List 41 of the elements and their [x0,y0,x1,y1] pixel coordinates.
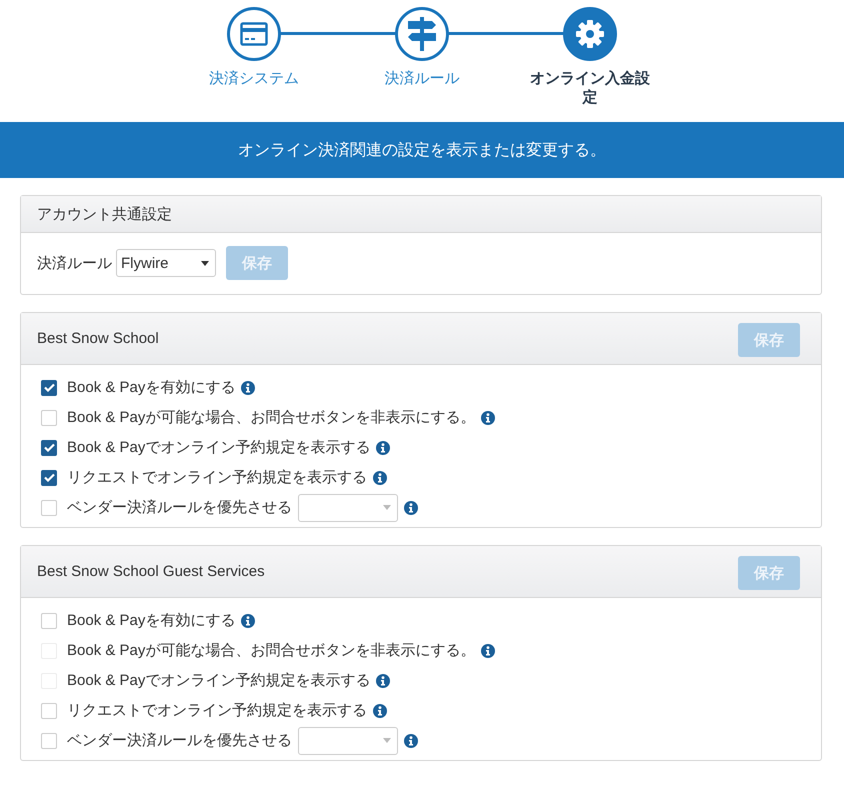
info-icon[interactable] [481,644,496,658]
signpost-icon [406,17,438,51]
caret-icon [201,260,209,266]
info-icon[interactable] [404,734,418,748]
step-circle[interactable] [227,7,281,61]
option-label: Book & Payを有効にする [67,611,236,630]
option-label: Book & Payを有効にする [67,378,236,397]
option-label: Book & Payが可能な場合、お問合せボタンを非表示にする。 [67,641,476,660]
step-circle[interactable] [395,7,449,61]
step-label[interactable]: 決済ルール [356,69,488,88]
info-icon[interactable] [241,380,256,394]
option-label: Book & Payでオンライン予約規定を表示する [67,671,370,690]
panel-title: アカウント共通設定 [37,204,172,224]
credit-card-icon [240,22,268,46]
info-icon[interactable] [404,500,418,514]
checkbox[interactable] [41,440,57,456]
info-icon[interactable] [376,674,390,688]
option-label: リクエストでオンライン予約規定を表示する [67,468,367,487]
checkbox[interactable] [41,470,57,486]
caret-icon [383,505,391,510]
step-label[interactable]: 決済システム [188,69,320,88]
option-label: リクエストでオンライン予約規定を表示する [67,701,367,720]
option-label: ベンダー決済ルールを優先させる [67,731,292,750]
step-label[interactable]: オンライン入金設定 [524,69,656,107]
caret-icon [383,738,391,743]
panel-title: Best Snow School Guest Services [37,563,265,580]
field-label: 決済ルール [37,254,112,272]
payment-rule-select[interactable]: Flywire [116,249,216,277]
info-icon[interactable] [373,470,387,484]
info-icon[interactable] [481,410,496,424]
step-circle[interactable] [563,7,617,61]
panel-title: Best Snow School [37,330,159,347]
info-icon[interactable] [376,440,390,454]
option-label: Book & Payが可能な場合、お問合せボタンを非表示にする。 [67,408,476,427]
info-icon[interactable] [241,614,256,628]
checkbox[interactable] [41,380,57,396]
settings-icon [575,19,605,49]
info-banner: オンライン決済関連の設定を表示または変更する。 [0,122,844,178]
option-label: ベンダー決済ルールを優先させる [67,498,292,517]
option-label: Book & Payでオンライン予約規定を表示する [67,438,370,457]
info-icon[interactable] [373,704,387,718]
